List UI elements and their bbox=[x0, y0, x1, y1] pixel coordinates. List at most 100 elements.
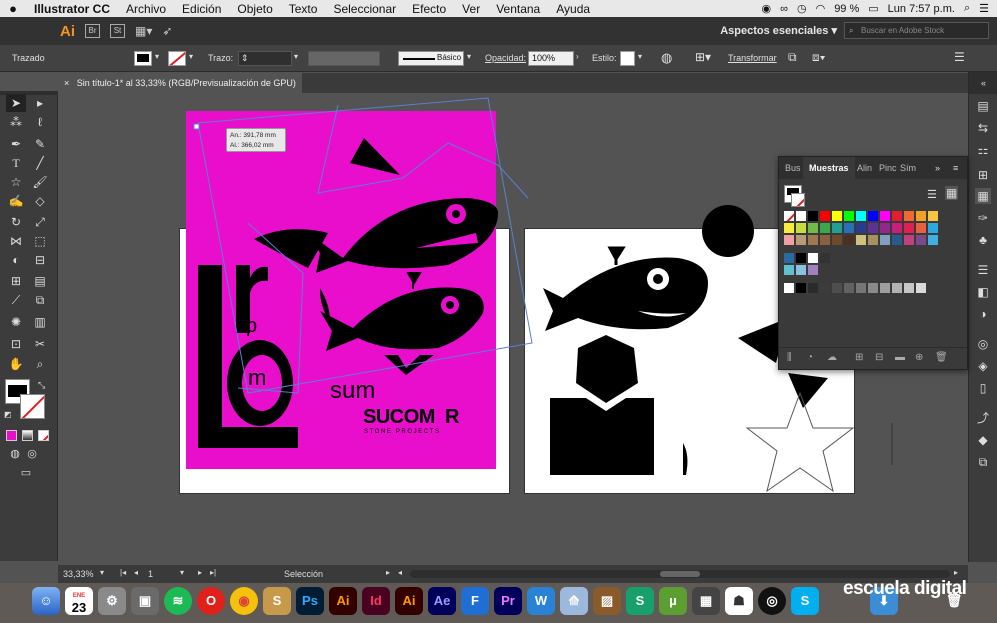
fill-color-swatch[interactable] bbox=[134, 51, 152, 66]
stroke-swatch[interactable] bbox=[20, 394, 45, 419]
opacity-arrow-icon[interactable]: › bbox=[576, 52, 579, 61]
panel-menu-icon[interactable]: ≡ bbox=[953, 157, 958, 179]
eyedropper-tool-icon[interactable]: ⟋ bbox=[6, 291, 26, 309]
hand-tool-icon[interactable]: ✋ bbox=[6, 355, 26, 373]
color-swatch[interactable] bbox=[796, 253, 806, 263]
calendar-icon[interactable]: ENE 23 bbox=[65, 587, 93, 615]
properties-panel-icon[interactable]: ▤ bbox=[975, 98, 991, 114]
color-swatch[interactable] bbox=[928, 211, 938, 221]
color-swatch[interactable] bbox=[832, 223, 842, 233]
new-swatch-icon[interactable]: ⊕ bbox=[915, 352, 923, 363]
magic-wand-tool-icon[interactable]: ⁂ bbox=[6, 113, 26, 131]
tab-document[interactable]: × Sin título-1* al 33,33% (RGB/Previsual… bbox=[58, 73, 302, 93]
menu-ventana[interactable]: Ventana bbox=[488, 2, 548, 16]
w-app-icon[interactable]: W bbox=[527, 587, 555, 615]
creative-cloud-icon[interactable]: ∞ bbox=[780, 3, 788, 15]
clock[interactable]: Lun 7:57 p.m. bbox=[888, 3, 955, 15]
delete-swatch-icon[interactable]: 🗑 bbox=[935, 352, 948, 363]
menu-objeto[interactable]: Objeto bbox=[229, 2, 280, 16]
style-dropdown-icon[interactable]: ▾ bbox=[638, 52, 642, 61]
stroke-color-swatch[interactable] bbox=[168, 51, 186, 66]
selection-tool-icon[interactable]: ➤ bbox=[6, 94, 26, 112]
bridge-button[interactable]: Br bbox=[85, 24, 100, 38]
workspace-switcher[interactable]: Aspectos esenciales ▾ bbox=[720, 24, 837, 37]
stepper-icon[interactable]: ⇕ bbox=[241, 53, 249, 64]
libraries-panel-icon[interactable]: ⚏ bbox=[975, 142, 991, 158]
color-swatch[interactable] bbox=[892, 283, 902, 293]
color-swatch[interactable] bbox=[796, 265, 806, 275]
after-effects-icon[interactable]: Ae bbox=[428, 587, 456, 615]
artboard-dropdown-icon[interactable]: ▾ bbox=[180, 568, 184, 577]
graph-tool-icon[interactable]: ▥ bbox=[30, 313, 50, 331]
color-swatch[interactable] bbox=[904, 283, 914, 293]
color-swatch[interactable] bbox=[904, 235, 914, 245]
color-swatch[interactable] bbox=[796, 235, 806, 245]
scrollbar-thumb[interactable] bbox=[660, 571, 700, 577]
color-swatch[interactable] bbox=[856, 223, 866, 233]
spotlight-icon[interactable]: ⌕ bbox=[964, 2, 970, 15]
free-transform-tool-icon[interactable]: ⬚ bbox=[30, 232, 50, 250]
tab-bus[interactable]: Bus bbox=[785, 157, 801, 179]
artwork-tagline[interactable]: STONE PROJECTS bbox=[364, 429, 441, 435]
brushes-panel-icon[interactable]: ✑ bbox=[975, 210, 991, 226]
opacity-label[interactable]: Opacidad: bbox=[485, 53, 526, 63]
skype-status-icon[interactable]: ◉ bbox=[762, 2, 772, 15]
color-swatch[interactable] bbox=[832, 235, 842, 245]
color-swatch[interactable] bbox=[784, 235, 794, 245]
menu-ayuda[interactable]: Ayuda bbox=[548, 2, 598, 16]
color-swatch[interactable] bbox=[916, 223, 926, 233]
illustrator-2-icon[interactable]: Ai bbox=[395, 587, 423, 615]
color-swatch[interactable] bbox=[844, 283, 854, 293]
collapse-panels-icon[interactable]: « bbox=[969, 72, 997, 94]
next-artboard-icon[interactable]: ▸ bbox=[198, 568, 202, 577]
opera-icon[interactable]: O bbox=[197, 587, 225, 615]
curvature-tool-icon[interactable]: ✎ bbox=[30, 135, 50, 153]
chrome-icon[interactable]: ◉ bbox=[230, 587, 258, 615]
color-swatch[interactable] bbox=[928, 235, 938, 245]
system-preferences-icon[interactable]: ⚙ bbox=[98, 587, 126, 615]
adobe-stock-search[interactable]: ⌕ Buscar en Adobe Stock bbox=[844, 22, 989, 39]
last-artboard-icon[interactable]: ▸| bbox=[210, 568, 216, 577]
opacity-field[interactable]: 100% bbox=[528, 51, 574, 66]
draw-inside-icon[interactable]: ◎ bbox=[22, 445, 42, 463]
shaper-tool-icon[interactable]: ✍ bbox=[6, 192, 26, 210]
default-fill-stroke-icon[interactable]: ◩ bbox=[4, 410, 12, 419]
mesh-tool-icon[interactable]: ⊞ bbox=[6, 272, 26, 290]
stroke-weight-field[interactable]: ⇕ bbox=[238, 51, 292, 66]
variable-width-profile[interactable] bbox=[308, 51, 380, 66]
notched-block[interactable] bbox=[550, 398, 654, 475]
color-swatch[interactable] bbox=[808, 223, 818, 233]
color-swatch[interactable] bbox=[844, 235, 854, 245]
utorrent-icon[interactable]: µ bbox=[659, 587, 687, 615]
grid-view-icon[interactable]: ▦ bbox=[945, 186, 959, 200]
brush-dropdown-icon[interactable]: ▾ bbox=[467, 52, 471, 61]
color-swatch[interactable] bbox=[916, 235, 926, 245]
artwork-brand[interactable]: SUCOM R bbox=[363, 406, 460, 429]
tab-muestras[interactable]: Muestras bbox=[803, 157, 855, 179]
tab-pinc[interactable]: Pinc bbox=[879, 157, 897, 179]
isolate-icon[interactable]: ⧉ bbox=[788, 50, 797, 65]
arrange-documents-icon[interactable]: ▦▾ bbox=[135, 24, 152, 38]
hexagon[interactable] bbox=[576, 335, 638, 403]
finder-icon[interactable]: ☺ bbox=[32, 587, 60, 615]
notification-center-icon[interactable]: ☰ bbox=[979, 2, 989, 15]
align-icon[interactable]: ⊞▾ bbox=[695, 50, 711, 64]
color-swatch[interactable] bbox=[844, 211, 854, 221]
align-panel-icon[interactable]: ☰ bbox=[975, 262, 991, 278]
zoom-tool-icon[interactable]: ⌕ bbox=[30, 355, 50, 373]
none-mode-button[interactable] bbox=[38, 430, 49, 441]
perspective-grid-tool-icon[interactable]: ⊟ bbox=[30, 251, 50, 269]
unknown-app-icon[interactable]: ☗ bbox=[725, 587, 753, 615]
color-swatch[interactable] bbox=[820, 211, 830, 221]
star-tool-icon[interactable]: ☆ bbox=[6, 173, 26, 191]
graphic-style-swatch[interactable] bbox=[620, 51, 635, 66]
width-tool-icon[interactable]: ⋈ bbox=[6, 232, 26, 250]
indesign-icon[interactable]: Id bbox=[362, 587, 390, 615]
selection-handle[interactable] bbox=[193, 123, 200, 130]
color-swatch[interactable] bbox=[820, 283, 830, 293]
artwork-word-sum[interactable]: sum bbox=[330, 377, 375, 405]
show-kinds-icon[interactable]: ◔ bbox=[807, 352, 813, 363]
color-swatch[interactable] bbox=[904, 223, 914, 233]
pathfinder-panel-icon[interactable]: ◧ bbox=[975, 284, 991, 300]
premiere-icon[interactable]: Pr bbox=[494, 587, 522, 615]
